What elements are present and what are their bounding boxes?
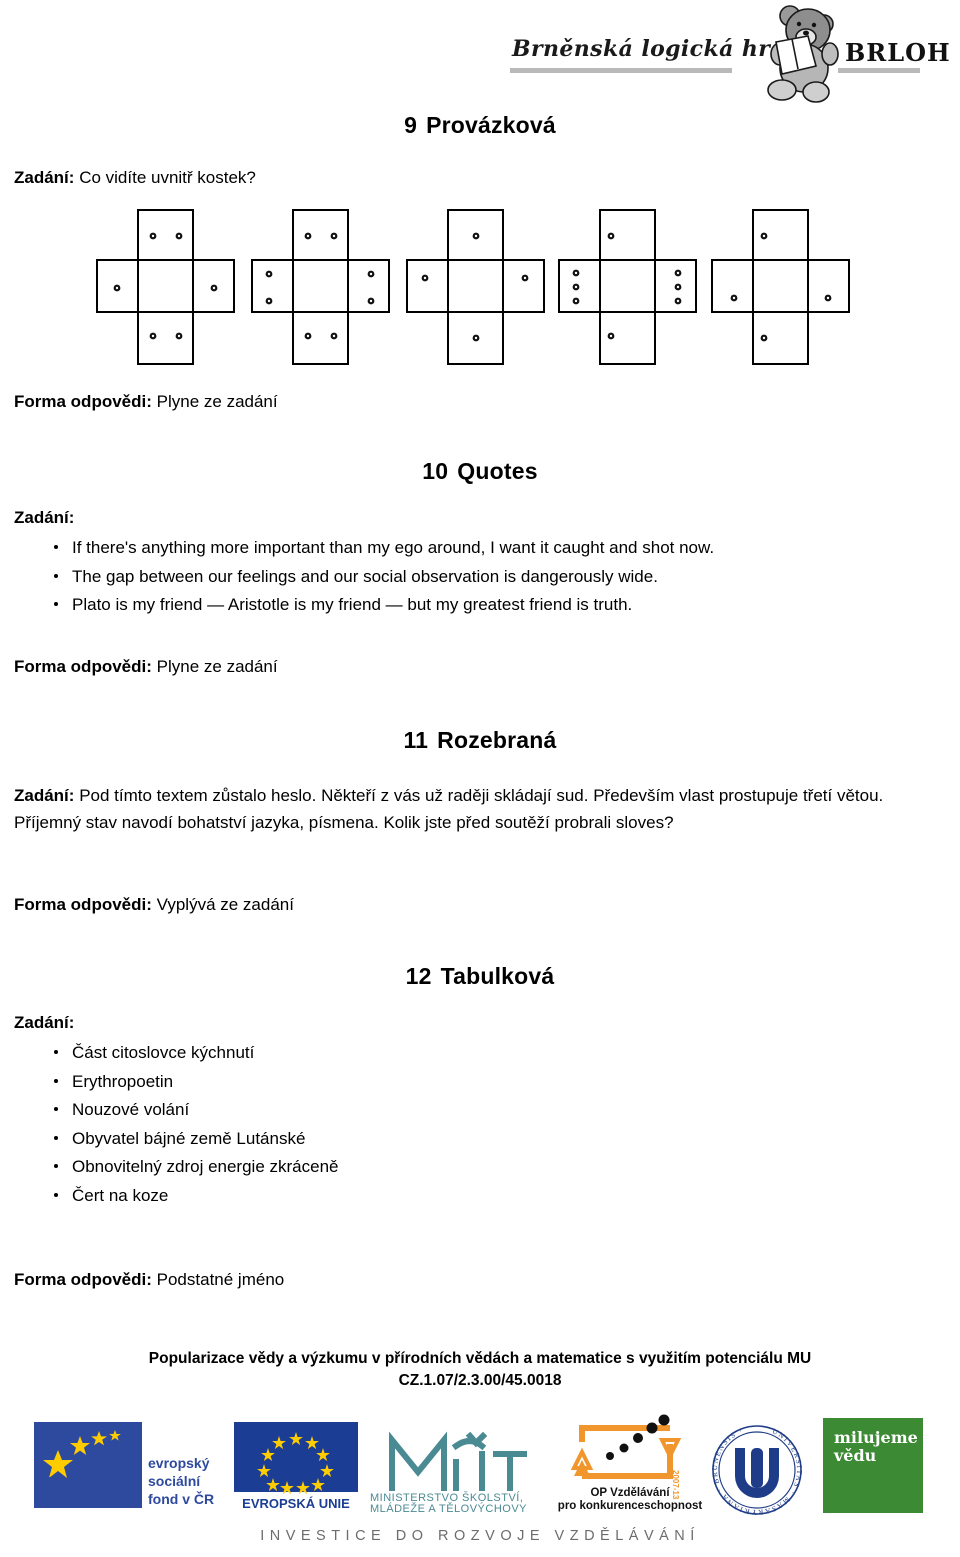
clues-list: Část citoslovce kýchnutí Erythropoetin N… bbox=[14, 1039, 714, 1210]
forma-label-10: Forma odpovědi: bbox=[14, 657, 152, 676]
forma-text-10: Plyne ze zadání bbox=[156, 657, 278, 676]
msmt-logo: MINISTERSTVO ŠKOLSTVÍ, MLÁDEŽE A TĚLOVÝC… bbox=[370, 1418, 565, 1515]
list-item: Část citoslovce kýchnutí bbox=[54, 1039, 714, 1068]
section-number-9: 9 bbox=[404, 112, 418, 138]
project-name: Popularizace vědy a výzkumu v přírodních… bbox=[148, 1350, 812, 1367]
forma-text-9: Plyne ze zadání bbox=[156, 392, 278, 411]
zadani-label-12: Zadání: bbox=[14, 1013, 75, 1032]
forma-text-11: Vyplývá ze zadání bbox=[156, 895, 294, 914]
milujeme-vedu-logo: milujeme vědu bbox=[823, 1418, 923, 1513]
teddy-bear-reading-icon bbox=[742, 2, 842, 106]
section-name-10: Quotes bbox=[457, 458, 538, 484]
svg-text:evropský: evropský bbox=[148, 1455, 210, 1471]
task-line-9: Zadání: Co vidíte uvnitř kostek? bbox=[14, 168, 714, 188]
svg-text:fond v ČR: fond v ČR bbox=[148, 1490, 214, 1507]
svg-text:EVROPSKÁ UNIE: EVROPSKÁ UNIE bbox=[242, 1496, 350, 1511]
investice-banner: INVESTICE DO ROZVOJE VZDĚLÁVÁNÍ bbox=[260, 1528, 700, 1544]
section-title-10: 10 Quotes bbox=[0, 458, 960, 485]
section-name-11: Rozebraná bbox=[437, 727, 557, 753]
header-rule-right bbox=[838, 68, 920, 73]
list-item: Obyvatel bájné země Lutánské bbox=[54, 1125, 714, 1154]
section-title-12: 12 Tabulková bbox=[0, 963, 960, 990]
zadani-label-10: Zadání: bbox=[14, 508, 75, 527]
zadani-label-9: Zadání: bbox=[14, 168, 75, 187]
quotes-list: If there's anything more important than … bbox=[14, 534, 944, 620]
cube-net-3 bbox=[405, 208, 555, 368]
forma-label-11: Forma odpovědi: bbox=[14, 895, 152, 914]
cube-net-2 bbox=[250, 208, 400, 368]
section-name-12: Tabulková bbox=[440, 963, 555, 989]
eu-flag-logo: EVROPSKÁ UNIE bbox=[232, 1420, 360, 1512]
forma-text-12: Podstatné jméno bbox=[156, 1270, 285, 1289]
svg-text:esf: esf bbox=[38, 1460, 105, 1512]
zadani-text-9: Co vidíte uvnitř kostek? bbox=[79, 168, 256, 187]
section-title-11: 11 Rozebraná bbox=[0, 727, 960, 754]
brand-mark: BRLOH bbox=[845, 38, 951, 67]
list-item: Čert na koze bbox=[54, 1182, 714, 1211]
project-code: CZ.1.07/2.3.00/45.0018 bbox=[398, 1372, 562, 1390]
zadani-text-11: Pod tímto textem zůstalo heslo. Někteří … bbox=[14, 786, 884, 832]
project-footer-text: Popularizace vědy a výzkumu v přírodních… bbox=[0, 1348, 960, 1393]
cube-net-4 bbox=[557, 208, 707, 368]
task-block-12: Zadání: Část citoslovce kýchnutí Erythro… bbox=[14, 1013, 714, 1210]
milujeme-line-2: vědu bbox=[834, 1445, 877, 1465]
section-name-9: Provázková bbox=[426, 112, 556, 138]
list-item: Erythropoetin bbox=[54, 1068, 714, 1097]
page-header: Brněnská logická hra BRLOH bbox=[0, 0, 960, 108]
answer-form-line-10: Forma odpovědi: Plyne ze zadání bbox=[14, 657, 714, 677]
esf-logo: esf evropský sociální fond v ČR bbox=[30, 1418, 230, 1513]
op-years-label: 2007-13 bbox=[671, 1470, 680, 1500]
header-rule-left bbox=[510, 68, 732, 73]
answer-form-line-9: Forma odpovědi: Plyne ze zadání bbox=[14, 392, 714, 412]
answer-form-line-11: Forma odpovědi: Vyplývá ze zadání bbox=[14, 895, 714, 915]
cube-net-1 bbox=[95, 208, 245, 368]
section-number-10: 10 bbox=[422, 458, 449, 484]
list-item: Obnovitelný zdroj energie zkráceně bbox=[54, 1153, 714, 1182]
zadani-label-11: Zadání: bbox=[14, 786, 75, 805]
svg-text:OP Vzdělávání: OP Vzdělávání bbox=[590, 1487, 670, 1499]
list-item: Plato is my friend — Aristotle is my fri… bbox=[54, 591, 944, 620]
svg-text:MLÁDEŽE A TĚLOVÝCHOVY: MLÁDEŽE A TĚLOVÝCHOVY bbox=[370, 1502, 527, 1513]
svg-text:sociální: sociální bbox=[148, 1473, 201, 1489]
forma-label-9: Forma odpovědi: bbox=[14, 392, 152, 411]
section-number-12: 12 bbox=[405, 963, 432, 989]
section-number-11: 11 bbox=[403, 727, 429, 753]
task-block-10: Zadání: If there's anything more importa… bbox=[14, 508, 944, 620]
op-vzdelavani-logo: 2007-13 OP Vzdělávání pro konkurencescho… bbox=[558, 1414, 718, 1514]
section-title-9: 9 Provázková bbox=[0, 112, 960, 139]
svg-text:pro konkurenceschopnost: pro konkurenceschopnost bbox=[558, 1500, 702, 1512]
list-item: Nouzové volání bbox=[54, 1096, 714, 1125]
milujeme-line-1: milujeme bbox=[834, 1428, 918, 1447]
masaryk-university-logo: UNIVERSITAS · MASARYKIANA · BRUNENSIS · bbox=[705, 1420, 809, 1524]
cube-net-5 bbox=[710, 208, 860, 368]
forma-label-12: Forma odpovědi: bbox=[14, 1270, 152, 1289]
task-block-11: Zadání: Pod tímto textem zůstalo heslo. … bbox=[14, 783, 949, 837]
list-item: If there's anything more important than … bbox=[54, 534, 944, 563]
list-item: The gap between our feelings and our soc… bbox=[54, 563, 944, 592]
cube-nets-figure bbox=[95, 208, 885, 368]
answer-form-line-12: Forma odpovědi: Podstatné jméno bbox=[14, 1270, 714, 1290]
